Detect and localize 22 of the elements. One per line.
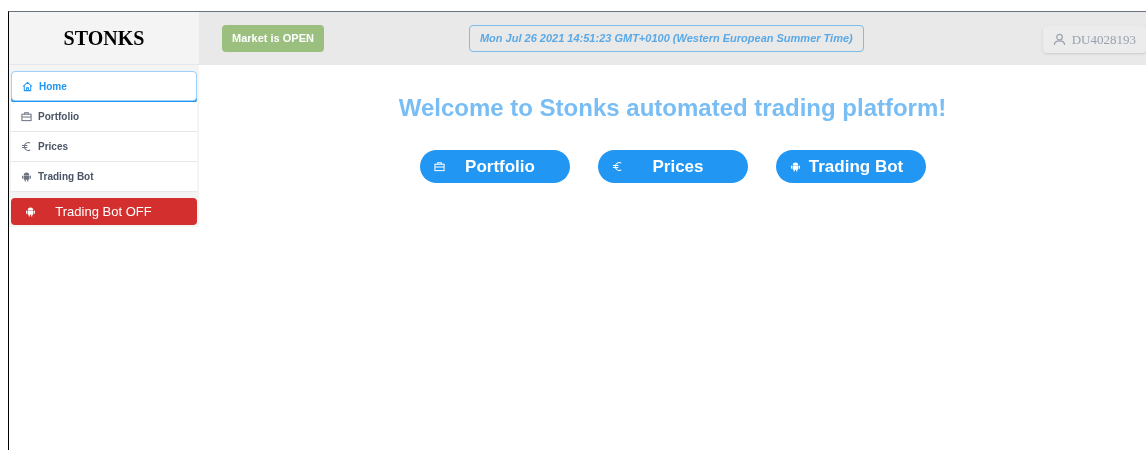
euro-icon <box>21 141 32 152</box>
android-icon <box>25 206 36 217</box>
bot-toggle-button[interactable]: Trading Bot OFF <box>11 198 197 225</box>
welcome-heading: Welcome to Stonks automated trading platform! <box>398 93 947 123</box>
briefcase-icon <box>21 111 32 122</box>
briefcase-icon <box>433 161 445 172</box>
home-icon <box>22 80 33 92</box>
user-icon <box>1052 33 1066 46</box>
market-status-badge: Market is OPEN <box>222 25 324 52</box>
sidebar-item[interactable]: Prices <box>11 132 197 162</box>
shortcut-button[interactable]: Portfolio <box>419 150 570 183</box>
sidebar-item[interactable]: Trading Bot <box>11 162 197 192</box>
euro-icon <box>611 161 623 172</box>
brand-title: STONKS <box>63 26 145 51</box>
sidebar-item[interactable]: Home <box>11 71 197 101</box>
account-button[interactable]: DU4028193 <box>1042 25 1146 54</box>
shortcut-button[interactable]: Trading Bot <box>775 150 926 183</box>
android-icon <box>789 161 801 172</box>
sidebar-item[interactable]: Portfolio <box>11 102 197 132</box>
shortcut-button[interactable]: Prices <box>597 150 748 183</box>
clock-text: Mon Jul 26 2021 14:51:23 GMT+0100 (Western European Summer Time) <box>468 25 864 52</box>
android-icon <box>21 171 32 182</box>
